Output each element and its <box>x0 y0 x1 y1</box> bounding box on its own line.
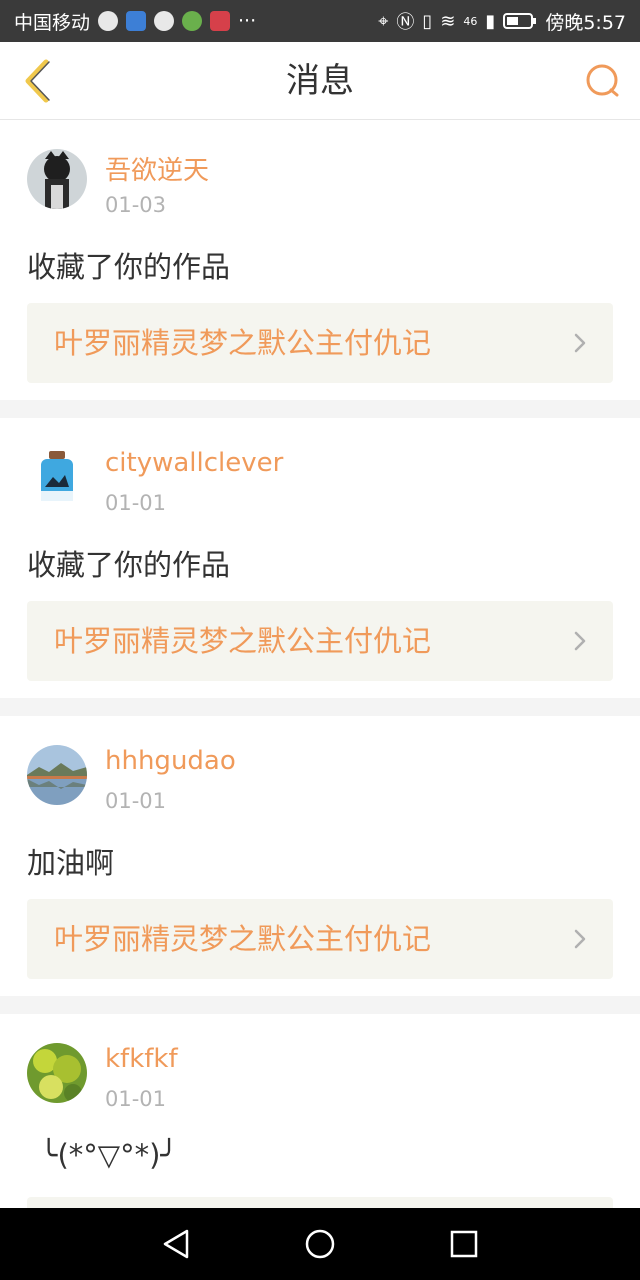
avatar[interactable] <box>27 447 87 507</box>
status-bar: 中国移动 ··· ⌖ Ⓝ ▯ ≋ 46 ▮ 傍晚5:57 <box>0 0 640 42</box>
search-icon <box>586 64 619 97</box>
status-right: ⌖ Ⓝ ▯ ≋ 46 ▮ 傍晚5:57 <box>378 8 626 35</box>
message-text: 加油啊 <box>27 846 115 880</box>
nav-back-button[interactable] <box>152 1220 200 1268</box>
voice-icon <box>98 11 119 31</box>
location-icon: ⌖ <box>378 10 389 32</box>
carrier-label: 中国移动 <box>14 11 91 34</box>
signal-icon: ▮ <box>485 10 496 32</box>
nfc-icon: Ⓝ <box>396 12 415 33</box>
system-nav-bar <box>0 1208 640 1280</box>
work-link[interactable]: 叶罗丽精灵梦之默公主付仇记 <box>27 899 613 979</box>
work-link[interactable]: 叶罗丽精灵梦之默公主付仇记 <box>27 303 613 383</box>
message-feed[interactable]: 吾欲逆天 01-03 收藏了你的作品 叶罗丽精灵梦之默公主付仇记 citywal… <box>0 120 640 1208</box>
username[interactable]: citywallclever <box>105 448 283 478</box>
battery-icon <box>503 13 537 29</box>
back-chevron-icon <box>25 59 50 103</box>
book-app-icon <box>210 11 231 31</box>
message-card: kfkfkf 01-01 ╰(*°▽°*)╯ <box>0 1014 640 1208</box>
chevron-right-icon <box>574 631 586 651</box>
message-card: 吾欲逆天 01-03 收藏了你的作品 叶罗丽精灵梦之默公主付仇记 <box>0 120 640 400</box>
wifi-icon: ≋ <box>440 10 456 32</box>
message-card: citywallclever 01-01 收藏了你的作品 叶罗丽精灵梦之默公主付… <box>0 418 640 698</box>
search-button[interactable] <box>578 56 628 106</box>
app-header: 消息 <box>0 42 640 120</box>
work-title: 叶罗丽精灵梦之默公主付仇记 <box>54 922 432 956</box>
vibrate-icon: ▯ <box>422 10 433 32</box>
back-button[interactable] <box>12 56 62 106</box>
square-recents-icon <box>450 1230 478 1258</box>
nav-recents-button[interactable] <box>440 1220 488 1268</box>
username[interactable]: hhhgudao <box>105 746 236 776</box>
page-title: 消息 <box>286 61 354 101</box>
chevron-right-icon <box>574 333 586 353</box>
status-left: 中国移动 ··· <box>14 8 256 35</box>
browser-icon <box>182 11 203 31</box>
clock: 傍晚5:57 <box>545 11 626 34</box>
circle-home-icon <box>305 1229 335 1259</box>
message-date: 01-03 <box>105 193 167 217</box>
avatar[interactable] <box>27 745 87 805</box>
more-notifications: ··· <box>238 10 257 32</box>
avatar[interactable] <box>27 149 87 209</box>
message-date: 01-01 <box>105 789 167 813</box>
work-title: 叶罗丽精灵梦之默公主付仇记 <box>54 624 432 658</box>
work-link[interactable]: 叶罗丽精灵梦之默公主付仇记 <box>27 601 613 681</box>
triangle-back-icon <box>163 1229 189 1259</box>
chat-bubble-icon <box>154 11 175 31</box>
message-date: 01-01 <box>105 1087 167 1111</box>
nav-home-button[interactable] <box>296 1220 344 1268</box>
message-card: hhhgudao 01-01 加油啊 叶罗丽精灵梦之默公主付仇记 <box>0 716 640 996</box>
work-link[interactable] <box>27 1197 613 1208</box>
message-text: ╰(*°▽°*)╯ <box>40 1138 178 1172</box>
message-date: 01-01 <box>105 491 167 515</box>
chevron-right-icon <box>574 929 586 949</box>
message-text: 收藏了你的作品 <box>27 548 231 582</box>
username[interactable]: kfkfkf <box>105 1044 178 1074</box>
work-title: 叶罗丽精灵梦之默公主付仇记 <box>54 326 432 360</box>
network-type: 46 <box>463 14 478 28</box>
username[interactable]: 吾欲逆天 <box>105 150 209 187</box>
avatar[interactable] <box>27 1043 87 1103</box>
message-text: 收藏了你的作品 <box>27 250 231 284</box>
shield-app-icon <box>126 11 147 31</box>
